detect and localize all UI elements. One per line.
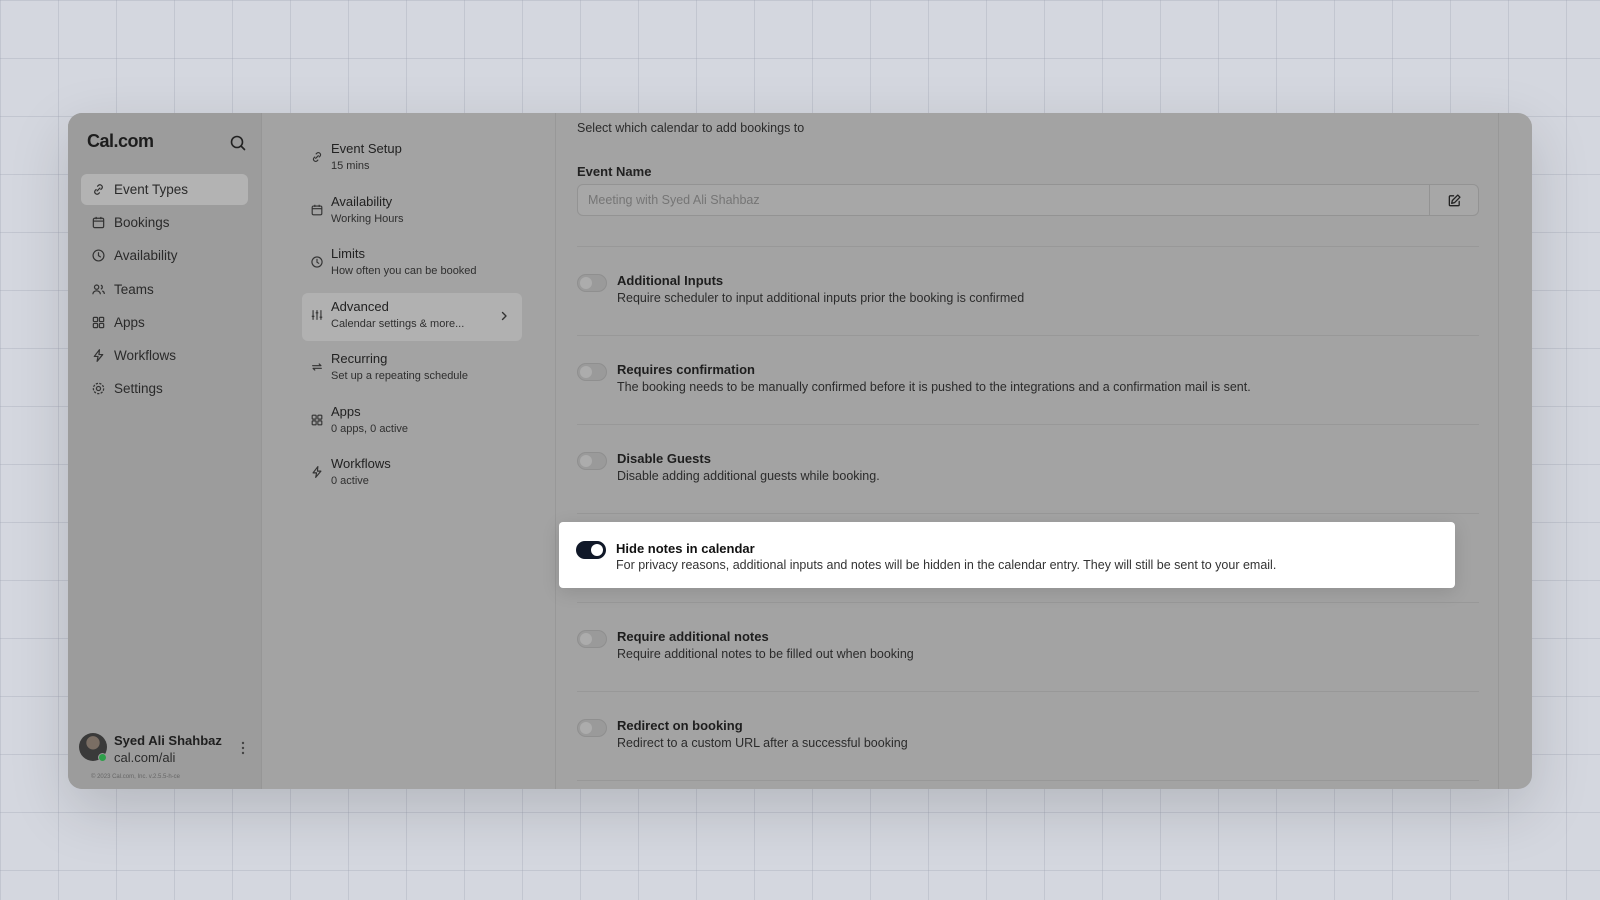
setting-description: The booking needs to be manually confirm… xyxy=(617,380,1251,394)
hide-notes-in-calendar-toggle[interactable] xyxy=(576,541,606,559)
event-name-label: Event Name xyxy=(577,164,652,179)
sidebar-item-label: Settings xyxy=(114,381,163,397)
setting-title: Disable Guests xyxy=(617,451,711,466)
edit-icon xyxy=(1448,193,1461,206)
setting-title: Hide notes in calendar xyxy=(616,541,755,556)
sidebar-item-bookings[interactable]: Bookings xyxy=(81,207,248,238)
subnav-desc: 0 apps, 0 active xyxy=(331,422,409,435)
subnav-title: Apps xyxy=(331,403,361,419)
clock-icon xyxy=(92,249,105,262)
event-settings-nav: Event Setup 15 mins Availability Working… xyxy=(302,135,522,503)
bolt-icon xyxy=(312,466,322,478)
subnav-title: Availability xyxy=(331,193,393,209)
sidebar-item-settings[interactable]: Settings xyxy=(81,373,248,404)
redirect-on-booking-toggle[interactable] xyxy=(577,719,607,737)
setting-row-redirect-on-booking: Redirect on booking Redirect to a custom… xyxy=(577,691,1479,779)
subnav-item-event-setup[interactable]: Event Setup 15 mins xyxy=(302,135,522,183)
setting-description: Redirect to a custom URL after a success… xyxy=(617,736,908,750)
subnav-desc: 0 active xyxy=(331,475,369,487)
clock-icon xyxy=(311,256,323,268)
user-profile[interactable]: Syed Ali Shahbaz cal.com/ali xyxy=(79,731,254,765)
setting-description: Disable adding additional guests while b… xyxy=(617,469,880,483)
calendar-icon xyxy=(311,204,323,215)
calendar-icon xyxy=(92,217,105,229)
setting-title: Require additional notes xyxy=(617,629,769,644)
event-name-field-wrapper xyxy=(577,184,1479,216)
sliders-icon xyxy=(311,309,323,320)
disable-guests-toggle[interactable] xyxy=(577,452,607,470)
subnav-desc: Working Hours xyxy=(331,212,404,225)
more-options-icon[interactable] xyxy=(237,740,249,756)
grid-icon xyxy=(311,414,323,425)
subnav-desc: 15 mins xyxy=(331,160,370,172)
setting-description: Require additional notes to be filled ou… xyxy=(617,647,914,661)
subnav-title: Workflows xyxy=(331,456,391,471)
gear-icon xyxy=(92,382,105,395)
sidebar-item-event-types[interactable]: Event Types xyxy=(81,174,248,205)
subnav-item-advanced[interactable]: Advanced Calendar settings & more... xyxy=(302,292,522,341)
sidebar-item-label: Teams xyxy=(114,281,154,297)
sidebar-item-apps[interactable]: Apps xyxy=(81,307,248,338)
app-window: Cal.com Event Types Bookings Availabilit… xyxy=(68,113,1532,789)
subnav-title: Advanced xyxy=(331,298,389,314)
subnav-desc: Set up a repeating schedule xyxy=(331,370,468,382)
sidebar-item-label: Apps xyxy=(114,314,145,330)
subnav-title: Limits xyxy=(331,246,365,261)
setting-description: For privacy reasons, additional inputs a… xyxy=(616,558,1277,572)
setting-title: Requires confirmation xyxy=(617,362,755,377)
sidebar-item-label: Event Types xyxy=(114,182,189,197)
profile-url: cal.com/ali xyxy=(114,750,176,765)
subnav-title: Recurring xyxy=(331,351,388,366)
online-status-dot xyxy=(98,753,107,762)
sidebar-item-teams[interactable]: Teams xyxy=(81,274,248,305)
repeat-icon xyxy=(312,363,322,371)
sidebar: Cal.com Event Types Bookings Availabilit… xyxy=(68,113,262,789)
subnav-item-limits[interactable]: Limits How often you can be booked xyxy=(302,240,522,288)
setting-row-disable-guests: Disable Guests Disable adding additional… xyxy=(577,424,1479,512)
setting-row-require-additional-notes: Require additional notes Require additio… xyxy=(577,602,1479,690)
additional-inputs-toggle[interactable] xyxy=(577,274,607,292)
subnav-item-workflows[interactable]: Workflows 0 active xyxy=(302,450,522,498)
sidebar-item-label: Availability xyxy=(114,248,178,264)
sidebar-nav: Event Types Bookings Availability Teams … xyxy=(81,174,248,406)
users-icon xyxy=(92,283,105,294)
edit-event-name-button[interactable] xyxy=(1429,185,1478,215)
sidebar-item-label: Bookings xyxy=(114,215,170,231)
subnav-item-availability[interactable]: Availability Working Hours xyxy=(302,188,522,236)
advanced-settings-panel: Select which calendar to add bookings to… xyxy=(555,113,1499,789)
calendar-intro-text: Select which calendar to add bookings to xyxy=(577,121,805,135)
setting-description: Require scheduler to input additional in… xyxy=(617,291,1025,305)
subnav-item-recurring[interactable]: Recurring Set up a repeating schedule xyxy=(302,345,522,393)
event-name-input[interactable] xyxy=(578,185,1429,215)
subnav-desc: Calendar settings & more... xyxy=(331,317,465,330)
setting-title: Additional Inputs xyxy=(617,273,724,288)
search-icon[interactable] xyxy=(228,133,248,153)
setting-title: Redirect on booking xyxy=(617,718,743,733)
sidebar-item-label: Workflows xyxy=(114,347,177,363)
copyright: © 2023 Cal.com, Inc. v.2.5.5-h-ce xyxy=(91,774,181,780)
subnav-desc: How often you can be booked xyxy=(331,265,477,277)
link-icon xyxy=(94,184,103,195)
sidebar-item-workflows[interactable]: Workflows xyxy=(81,340,248,371)
profile-name: Syed Ali Shahbaz xyxy=(114,733,222,748)
sidebar-item-availability[interactable]: Availability xyxy=(81,240,248,271)
grid-icon xyxy=(92,316,105,329)
divider xyxy=(577,780,1479,781)
link-icon xyxy=(312,152,322,162)
chevron-right-icon xyxy=(501,311,507,320)
requires-confirmation-toggle[interactable] xyxy=(577,363,607,381)
require-additional-notes-toggle[interactable] xyxy=(577,630,607,648)
bolt-icon xyxy=(93,349,104,362)
logo: Cal.com xyxy=(87,131,154,151)
setting-row-hide-notes-in-calendar: Hide notes in calendar For privacy reaso… xyxy=(559,522,1455,588)
setting-row-additional-inputs: Additional Inputs Require scheduler to i… xyxy=(577,246,1479,334)
subnav-title: Event Setup xyxy=(331,141,402,156)
subnav-item-apps[interactable]: Apps 0 apps, 0 active xyxy=(302,398,522,446)
setting-row-requires-confirmation: Requires confirmation The booking needs … xyxy=(577,335,1479,423)
